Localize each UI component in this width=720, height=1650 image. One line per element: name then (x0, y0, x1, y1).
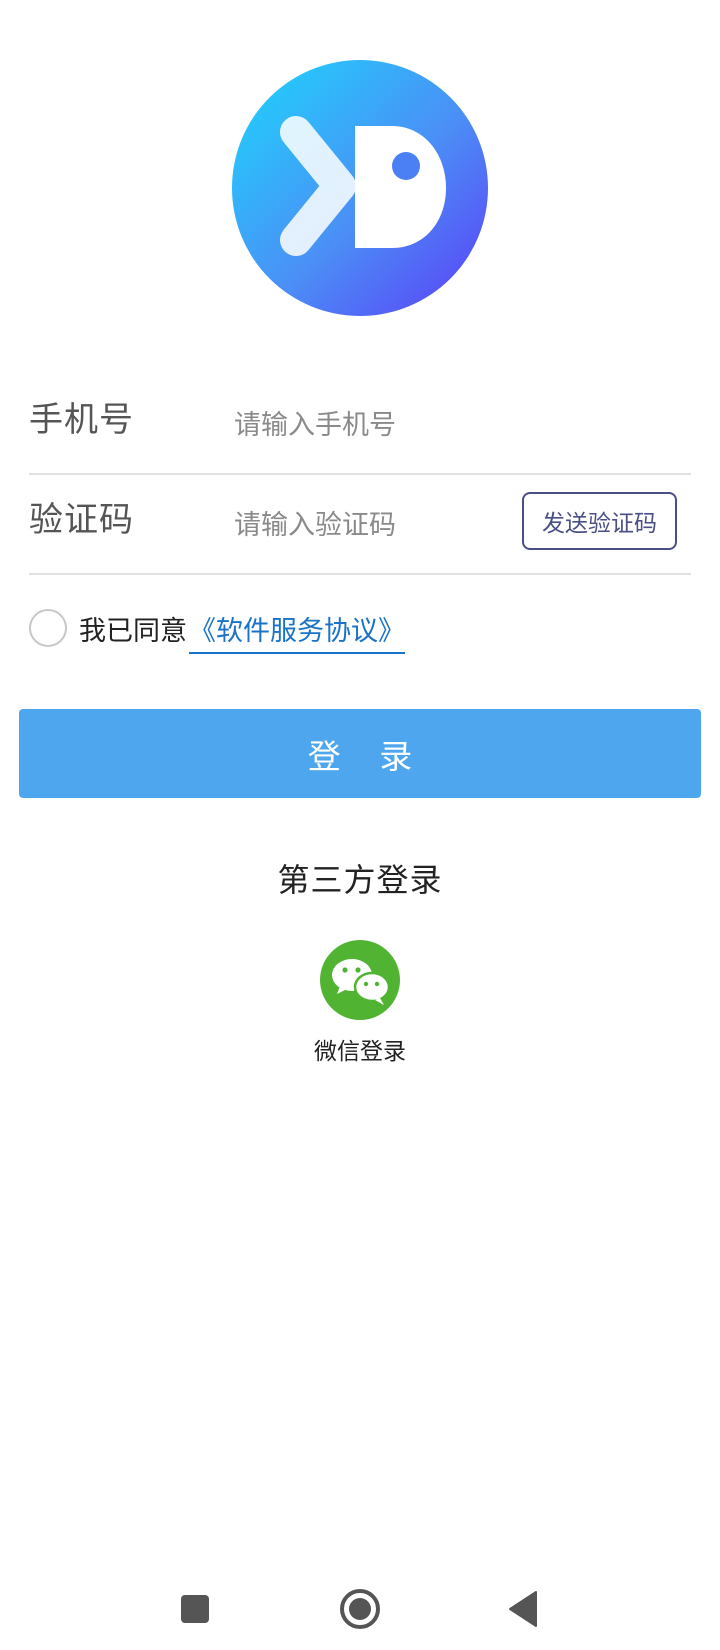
agreement-link[interactable]: 《软件服务协议》 (189, 609, 405, 654)
login-button[interactable]: 登 录 (19, 709, 701, 798)
home-button[interactable] (335, 1584, 385, 1634)
agreement-row: 我已同意 《软件服务协议》 (29, 606, 405, 654)
send-code-button[interactable]: 发送验证码 (522, 492, 677, 550)
third-party-title: 第三方登录 (277, 861, 443, 899)
phone-input[interactable] (234, 405, 534, 445)
wechat-login-label: 微信登录 (314, 1039, 406, 1065)
back-button[interactable] (500, 1584, 550, 1634)
agreement-prefix: 我已同意 (79, 615, 187, 647)
phone-label: 手机号 (29, 400, 134, 440)
recent-apps-button[interactable] (170, 1584, 220, 1634)
code-input[interactable] (234, 505, 534, 545)
wechat-icon (320, 940, 400, 1020)
app-logo (232, 60, 488, 316)
phone-row: 手机号 (29, 375, 691, 475)
system-nav-bar (0, 1570, 720, 1650)
code-label: 验证码 (29, 500, 134, 540)
agreement-checkbox[interactable] (29, 609, 67, 647)
code-row: 验证码 发送验证码 (29, 475, 691, 575)
wechat-login-button[interactable]: 微信登录 (310, 940, 410, 1070)
